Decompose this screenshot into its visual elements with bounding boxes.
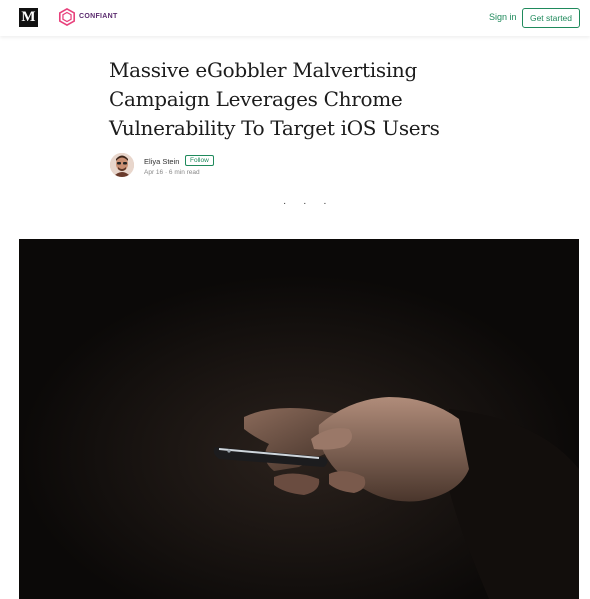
author-name[interactable]: Eliya Stein	[144, 157, 179, 166]
article-meta: Apr 16 · 6 min read	[144, 169, 200, 176]
get-started-button[interactable]: Get started	[522, 8, 580, 28]
top-navigation-bar: M CONFIANT Sign in Get started	[0, 0, 590, 36]
hero-image	[19, 239, 579, 599]
author-avatar[interactable]	[110, 153, 134, 177]
hands-holding-phone-icon	[19, 239, 579, 599]
follow-button[interactable]: Follow	[185, 155, 214, 166]
article-title: Massive eGobbler Malvertising Campaign L…	[109, 58, 440, 140]
medium-logo-icon[interactable]: M	[19, 8, 38, 27]
section-separator: · · ·	[283, 198, 334, 209]
author-portrait-icon	[110, 153, 134, 177]
sign-in-link[interactable]: Sign in	[489, 12, 517, 22]
confiant-logo-icon[interactable]	[58, 8, 76, 26]
publication-name[interactable]: CONFIANT	[79, 13, 118, 20]
